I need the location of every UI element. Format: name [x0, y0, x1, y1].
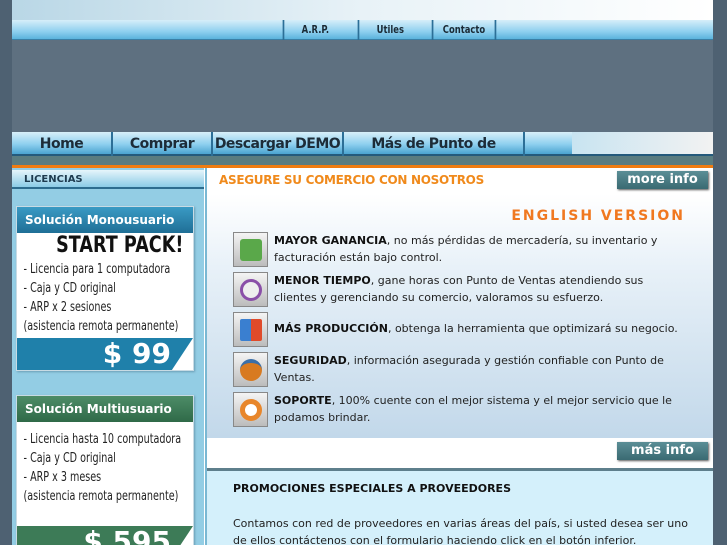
- promo-text: Contamos con red de proveedores en varia…: [233, 517, 688, 545]
- feature-title: SOPORTE: [274, 394, 332, 407]
- nav-home[interactable]: Home: [12, 132, 111, 156]
- feature-item: - Caja y CD original: [23, 281, 116, 296]
- card-title: Solución Multiusuario: [17, 396, 193, 422]
- card-features: - Licencia para 1 computadora - Caja y C…: [17, 258, 179, 338]
- feature-item: - Licencia para 1 computadora: [23, 262, 171, 277]
- card-title: Solución Monousuario: [17, 207, 193, 233]
- price: $ 595: [17, 526, 193, 545]
- feature-title: SEGURIDAD: [274, 354, 347, 367]
- nav-utiles[interactable]: Utiles: [357, 20, 422, 40]
- feature-text: , obtenga la herramienta que optimizará …: [387, 322, 678, 335]
- buildings-icon: [233, 312, 268, 347]
- feature-row: MENOR TIEMPO, gane horas con Punto de Ve…: [233, 272, 683, 307]
- feature-item: - ARP x 2 sesiones: [23, 300, 112, 315]
- promo-title: PROMOCIONES ESPECIALES A PROVEEDORES: [233, 482, 511, 495]
- price: $ 99: [17, 338, 193, 370]
- card-features: - Licencia hasta 10 computadora - Caja y…: [17, 422, 182, 508]
- more-info-button[interactable]: more info: [617, 171, 708, 189]
- feature-title: MAYOR GANANCIA: [274, 234, 387, 247]
- feature-item: (asistencia remota permanente): [23, 319, 179, 334]
- feature-text: , 100% cuente con el mejor sistema y el …: [274, 394, 672, 424]
- feature-title: MENOR TIEMPO: [274, 274, 371, 287]
- card-monousuario[interactable]: Solución Monousuario START PACK! - Licen…: [16, 206, 194, 371]
- feature-row: SOPORTE, 100% cuente con el mejor sistem…: [233, 392, 683, 427]
- top-banner: [12, 0, 713, 20]
- content-heading: ASEGURE SU COMERCIO CON NOSOTROS: [219, 173, 484, 187]
- main-nav: Home Comprar Descargar DEMO Más de Punto…: [12, 132, 713, 176]
- feature-item: (asistencia remota permanente): [23, 489, 179, 504]
- feature-item: - ARP x 3 meses: [23, 470, 102, 485]
- promo-section: PROMOCIONES ESPECIALES A PROVEEDORES Con…: [207, 468, 713, 545]
- nav-contacto[interactable]: Contacto: [431, 20, 497, 40]
- sidebar: LICENCIAS Solución Monousuario START PAC…: [12, 168, 204, 545]
- feature-row: MAYOR GANANCIA, no más pérdidas de merca…: [233, 232, 683, 267]
- start-pack-label: START PACK!: [56, 233, 184, 258]
- mas-info-button[interactable]: más info: [617, 442, 708, 460]
- features-panel: ENGLISH VERSION MAYOR GANANCIA, no más p…: [207, 194, 713, 438]
- feature-row: MÁS PRODUCCIÓN, obtenga la herramienta q…: [233, 312, 683, 347]
- nav-decoration: [572, 132, 713, 154]
- nav-comprar[interactable]: Comprar: [111, 132, 211, 156]
- lifebuoy-icon: [233, 392, 268, 427]
- clock-icon: [233, 272, 268, 307]
- card-multiusuario[interactable]: Solución Multiusuario - Licencia hasta 1…: [16, 395, 194, 545]
- nav-descargar-demo[interactable]: Descargar DEMO: [211, 132, 342, 156]
- english-version-link[interactable]: ENGLISH VERSION: [511, 208, 685, 224]
- padlock-icon: [233, 352, 268, 387]
- divider-strip: [12, 156, 713, 165]
- feature-item: - Caja y CD original: [23, 451, 116, 466]
- feature-item: - Licencia hasta 10 computadora: [23, 432, 182, 447]
- banner-image: [12, 40, 713, 132]
- nav-mas-punto-de-ventas[interactable]: Más de Punto de Ventas: [342, 132, 525, 176]
- page-frame: A.R.P. Utiles Contacto Home Comprar Desc…: [12, 0, 713, 545]
- main-content: ASEGURE SU COMERCIO CON NOSOTROS more in…: [205, 168, 713, 545]
- feature-title: MÁS PRODUCCIÓN: [274, 322, 388, 335]
- top-nav: A.R.P. Utiles Contacto: [12, 20, 713, 40]
- licencias-heading: LICENCIAS: [12, 170, 204, 189]
- nav-arp[interactable]: A.R.P.: [282, 20, 347, 40]
- feature-row: SEGURIDAD, información asegurada y gesti…: [233, 352, 683, 387]
- money-icon: [233, 232, 268, 267]
